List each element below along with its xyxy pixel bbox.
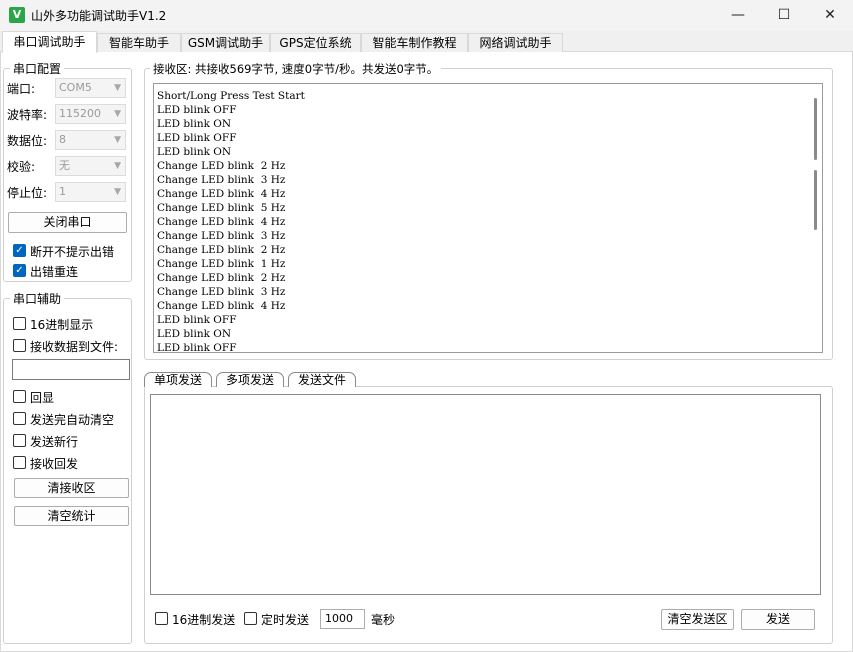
echo-checkbox[interactable] xyxy=(13,390,26,403)
interval-input[interactable]: 1000 xyxy=(320,609,365,629)
receive-lines: Short/Long Press Test Start LED blink OFF… xyxy=(157,89,305,353)
loopback-checkbox[interactable] xyxy=(13,456,26,469)
close-icon[interactable]: ✕ xyxy=(807,0,853,31)
receive-line: Change LED blink 5 Hz xyxy=(157,202,286,214)
receive-line: Short/Long Press Test Start xyxy=(157,90,305,102)
auto-reconnect-checkbox[interactable]: ✓ xyxy=(13,264,26,277)
parity-label: 校验: xyxy=(7,160,36,174)
receive-line: LED blink OFF xyxy=(157,132,237,144)
chevron-down-icon: ▼ xyxy=(114,187,121,197)
stopbits-select[interactable]: 1 ▼ xyxy=(55,182,126,202)
clear-send-button[interactable]: 清空发送区 xyxy=(661,609,734,630)
receive-line: Change LED blink 2 Hz xyxy=(157,272,286,284)
receive-line: LED blink ON xyxy=(157,118,232,130)
clear-stats-button[interactable]: 清空统计 xyxy=(14,506,129,526)
no-error-prompt-label: 断开不提示出错 xyxy=(30,245,115,259)
receive-line: LED blink ON xyxy=(157,328,232,340)
send-newline-label: 发送新行 xyxy=(30,435,79,449)
tab-network-debug[interactable]: 网络调试助手 xyxy=(468,33,563,52)
loopback-label: 接收回发 xyxy=(30,457,79,471)
file-path-input[interactable] xyxy=(12,359,130,380)
receive-line: Change LED blink 2 Hz xyxy=(157,160,286,172)
receive-line: Change LED blink 4 Hz xyxy=(157,300,286,312)
save-to-file-checkbox[interactable] xyxy=(13,339,26,352)
receive-line: LED blink ON xyxy=(157,146,232,158)
hex-display-checkbox[interactable] xyxy=(13,317,26,330)
receive-line: Change LED blink 3 Hz xyxy=(157,174,286,186)
baud-select[interactable]: 115200 ▼ xyxy=(55,104,126,124)
auto-clear-label: 发送完自动清空 xyxy=(30,413,115,427)
receive-line: Change LED blink 3 Hz xyxy=(157,286,286,298)
serial-aux-title: 串口辅助 xyxy=(10,290,65,307)
port-select[interactable]: COM5 ▼ xyxy=(55,78,126,98)
tab-single-send[interactable]: 单项发送 xyxy=(144,372,212,387)
databits-select[interactable]: 8 ▼ xyxy=(55,130,126,150)
minimize-icon[interactable]: — xyxy=(715,0,761,31)
port-value: COM5 xyxy=(59,81,92,94)
receive-line: Change LED blink 4 Hz xyxy=(157,216,286,228)
tab-gps-system[interactable]: GPS定位系统 xyxy=(270,33,361,52)
tab-gsm-debug[interactable]: GSM调试助手 xyxy=(181,33,270,52)
send-button[interactable]: 发送 xyxy=(741,609,815,630)
receive-line: Change LED blink 1 Hz xyxy=(157,258,286,270)
auto-reconnect-label: 出错重连 xyxy=(30,265,79,279)
hex-send-checkbox[interactable] xyxy=(155,612,168,625)
auto-clear-checkbox[interactable] xyxy=(13,412,26,425)
chevron-down-icon: ▼ xyxy=(114,135,121,145)
receive-scrollbar-thumb[interactable] xyxy=(814,98,817,160)
chevron-down-icon: ▼ xyxy=(114,109,121,119)
main-tab-strip: 串口调试助手 智能车助手 GSM调试助手 GPS定位系统 智能车制作教程 网络调… xyxy=(0,31,853,53)
databits-value: 8 xyxy=(59,133,66,146)
receive-line: LED blink OFF xyxy=(157,314,237,326)
close-port-button[interactable]: 关闭串口 xyxy=(8,212,127,233)
parity-select[interactable]: 无 ▼ xyxy=(55,156,126,176)
interval-unit: 毫秒 xyxy=(371,613,396,627)
send-textarea[interactable] xyxy=(150,394,821,595)
send-newline-checkbox[interactable] xyxy=(13,434,26,447)
app-logo-icon: V xyxy=(9,7,25,23)
echo-label: 回显 xyxy=(30,391,55,405)
clear-receive-button[interactable]: 清接收区 xyxy=(14,478,129,498)
timed-send-label: 定时发送 xyxy=(261,613,310,627)
stopbits-label: 停止位: xyxy=(7,186,48,200)
tab-multi-send[interactable]: 多项发送 xyxy=(216,372,284,387)
tab-serial-debug[interactable]: 串口调试助手 xyxy=(2,31,97,53)
timed-send-checkbox[interactable] xyxy=(244,612,257,625)
tab-smart-car[interactable]: 智能车助手 xyxy=(97,33,181,52)
tab-send-file[interactable]: 发送文件 xyxy=(288,372,356,387)
receive-line: LED blink OFF xyxy=(157,104,237,116)
receive-scrollbar-track[interactable] xyxy=(814,170,817,230)
hex-send-label: 16进制发送 xyxy=(172,613,236,627)
no-error-prompt-checkbox[interactable]: ✓ xyxy=(13,244,26,257)
receive-line: Change LED blink 2 Hz xyxy=(157,244,286,256)
databits-label: 数据位: xyxy=(7,134,48,148)
receive-line: Change LED blink 4 Hz xyxy=(157,188,286,200)
receive-line: Change LED blink 3 Hz xyxy=(157,230,286,242)
tab-car-tutorial[interactable]: 智能车制作教程 xyxy=(361,33,468,52)
port-label: 端口: xyxy=(7,82,36,96)
baud-value: 115200 xyxy=(59,107,101,120)
maximize-icon[interactable]: ☐ xyxy=(761,0,807,31)
hex-display-label: 16进制显示 xyxy=(30,318,94,332)
window-title: 山外多功能调试助手V1.2 xyxy=(31,9,167,23)
chevron-down-icon: ▼ xyxy=(114,161,121,171)
stopbits-value: 1 xyxy=(59,185,66,198)
receive-textarea[interactable]: Short/Long Press Test Start LED blink OFF… xyxy=(153,83,823,353)
chevron-down-icon: ▼ xyxy=(114,83,121,93)
save-to-file-label: 接收数据到文件: xyxy=(30,340,119,354)
baud-label: 波特率: xyxy=(7,108,48,122)
receive-header: 接收区: 共接收569字节, 速度0字节/秒。共发送0字节。 xyxy=(150,61,442,77)
parity-value: 无 xyxy=(59,159,70,172)
receive-line: LED blink OFF xyxy=(157,342,237,353)
serial-config-title: 串口配置 xyxy=(10,60,65,77)
